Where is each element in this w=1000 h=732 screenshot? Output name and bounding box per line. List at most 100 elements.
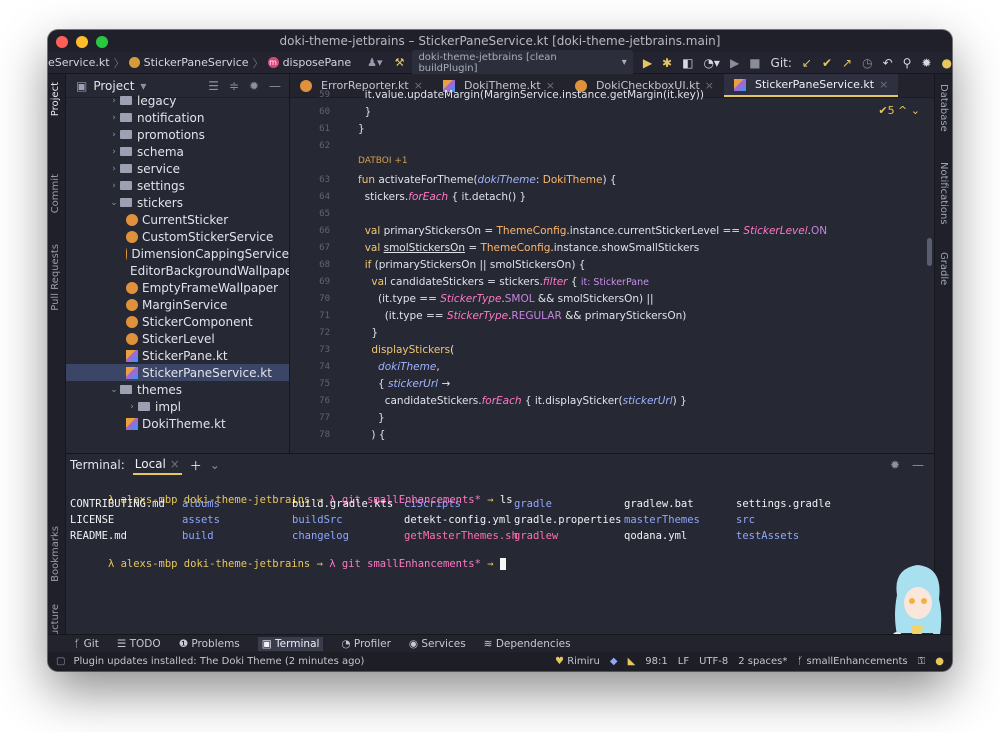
search-icon[interactable]: ⚲ xyxy=(903,56,912,70)
expand-all-icon[interactable]: ≑ xyxy=(229,79,239,93)
tool-git[interactable]: ᚶ Git xyxy=(74,638,99,650)
chevron-right-icon[interactable]: › xyxy=(108,147,120,157)
tab-gradle[interactable]: Gradle xyxy=(938,252,949,285)
breadcrumb-method[interactable]: disposePane xyxy=(283,56,352,69)
tab-notifications[interactable]: Notifications xyxy=(938,162,949,225)
git-commit-icon[interactable]: ✔ xyxy=(822,56,832,70)
tree-item[interactable]: StickerPane.kt xyxy=(66,347,289,364)
tree-item[interactable]: DimensionCappingService xyxy=(66,245,289,262)
indent-setting[interactable]: 2 spaces* xyxy=(738,656,787,667)
close-window-button[interactable] xyxy=(56,36,68,48)
tree-item[interactable]: › settings xyxy=(66,177,289,194)
chevron-right-icon[interactable]: › xyxy=(108,181,120,191)
chevron-right-icon[interactable]: › xyxy=(126,402,138,412)
breadcrumb-file[interactable]: eService.kt xyxy=(48,56,110,69)
close-tab-icon[interactable]: × xyxy=(705,79,714,92)
tree-item[interactable]: StickerPaneService.kt xyxy=(66,364,289,381)
lock-icon[interactable]: ⚿ xyxy=(918,656,926,667)
tree-item[interactable]: EditorBackgroundWallpaper xyxy=(66,262,289,279)
plugin-icon[interactable]: ● xyxy=(942,56,952,70)
kotlin-icon[interactable]: ◣ xyxy=(628,656,636,667)
tree-item[interactable]: StickerLevel xyxy=(66,330,289,347)
tree-item[interactable]: ⌄ stickers xyxy=(66,194,289,211)
tree-item[interactable]: EmptyFrameWallpaper xyxy=(66,279,289,296)
rollback-icon[interactable]: ↶ xyxy=(883,56,893,70)
tree-item[interactable]: › notification xyxy=(66,109,289,126)
file-encoding[interactable]: UTF-8 xyxy=(699,656,728,667)
tree-item[interactable]: ⌄ themes xyxy=(66,381,289,398)
chevron-right-icon[interactable]: › xyxy=(108,96,120,106)
tree-item[interactable]: › schema xyxy=(66,143,289,160)
chevron-down-icon[interactable]: ⌄ xyxy=(108,385,120,395)
terminal-file-entry: ciScripts xyxy=(404,498,461,510)
terminal-panel: Terminal: Local × ＋ ⌄ ✹ — λ alexs-mbp do… xyxy=(66,453,934,661)
new-terminal-icon[interactable]: ＋ xyxy=(190,457,202,474)
project-tree: › legacy › notification › promotions › schema › s… xyxy=(66,92,289,432)
build-hammer-icon[interactable]: ⚒ xyxy=(395,56,405,69)
maximize-window-button[interactable] xyxy=(96,36,108,48)
code-line: } xyxy=(358,106,372,118)
tool-problems[interactable]: ❶ Problems xyxy=(179,638,240,650)
notification-icon[interactable]: ● xyxy=(935,656,944,667)
theme-badge-icon[interactable]: ◆ xyxy=(610,656,618,667)
tree-item[interactable]: CustomStickerService xyxy=(66,228,289,245)
chevron-down-icon[interactable]: ⌄ xyxy=(210,458,220,472)
tab-project[interactable]: Project xyxy=(50,82,61,116)
tab-pull-requests[interactable]: Pull Requests xyxy=(50,244,61,311)
theme-indicator[interactable]: ♥ Rimiru xyxy=(555,656,600,667)
collapse-all-icon[interactable]: ☰ xyxy=(208,79,219,93)
tree-item[interactable]: StickerComponent xyxy=(66,313,289,330)
line-separator[interactable]: LF xyxy=(678,656,689,667)
git-push-icon[interactable]: ↗ xyxy=(842,56,852,70)
breadcrumb-class[interactable]: StickerPaneService xyxy=(144,56,249,69)
project-view-title[interactable]: Project xyxy=(93,79,134,93)
tool-profiler[interactable]: ◔ Profiler xyxy=(341,638,390,650)
tree-item[interactable]: MarginService xyxy=(66,296,289,313)
gear-icon[interactable]: ✹ xyxy=(249,79,259,93)
stop-icon[interactable]: ■ xyxy=(749,56,760,70)
debug-icon[interactable]: ✱ xyxy=(662,56,672,70)
project-panel: ▣ Project ▾ ☰ ≑ ✹ — › legacy › notification… xyxy=(66,74,290,453)
tab-database[interactable]: Database xyxy=(938,84,949,132)
editor-scrollbar[interactable] xyxy=(927,238,932,266)
vcs-branch[interactable]: ᚶ smallEnhancements xyxy=(797,656,907,667)
cursor-position[interactable]: 98:1 xyxy=(645,656,667,667)
coverage-icon[interactable]: ◧ xyxy=(682,56,693,70)
settings-gear-icon[interactable]: ✹ xyxy=(921,56,931,70)
tree-item[interactable]: DokiTheme.kt xyxy=(66,415,289,432)
rerun-icon[interactable]: ▶ xyxy=(730,56,739,70)
panel-toggle-icon[interactable]: ▢ xyxy=(56,656,65,667)
code-area[interactable]: it.value.updateMargin(MarginService.inst… xyxy=(358,89,928,453)
tab-commit[interactable]: Commit xyxy=(50,174,61,213)
profile-icon[interactable]: ◔▾ xyxy=(703,56,720,70)
terminal-prompt-line[interactable]: λ alexs-mbp doki-theme-jetbrains → λ git… xyxy=(70,546,506,582)
tab-bookmarks[interactable]: Bookmarks xyxy=(50,526,61,582)
gear-icon[interactable]: ✹ xyxy=(890,458,900,472)
chevron-right-icon[interactable]: › xyxy=(108,130,120,140)
hide-panel-icon[interactable]: — xyxy=(269,79,281,93)
tree-item[interactable]: › impl xyxy=(66,398,289,415)
run-configuration-select[interactable]: doki-theme-jetbrains [clean buildPlugin]… xyxy=(412,49,633,76)
run-icon[interactable]: ▶ xyxy=(643,56,652,70)
editor-tab[interactable]: StickerPaneService.kt × xyxy=(723,74,899,97)
user-icon[interactable]: ♟▾ xyxy=(367,56,382,69)
chevron-right-icon[interactable]: › xyxy=(108,113,120,123)
git-update-icon[interactable]: ↙ xyxy=(802,56,812,70)
hide-panel-icon[interactable]: — xyxy=(912,458,924,472)
tool-dependencies[interactable]: ≋ Dependencies xyxy=(484,638,571,650)
terminal-tab-local[interactable]: Local × xyxy=(132,455,182,475)
history-icon[interactable]: ◷ xyxy=(862,56,872,70)
tool-terminal[interactable]: ▣ Terminal xyxy=(257,636,324,651)
chevron-down-icon[interactable]: ▾ xyxy=(140,79,146,93)
close-tab-icon[interactable]: × xyxy=(879,78,888,91)
minimize-window-button[interactable] xyxy=(76,36,88,48)
chevron-down-icon[interactable]: ⌄ xyxy=(108,198,120,208)
tool-todo[interactable]: ☰ TODO xyxy=(117,638,161,650)
tree-item[interactable]: CurrentSticker xyxy=(66,211,289,228)
chevron-right-icon[interactable]: › xyxy=(108,164,120,174)
tree-item[interactable]: › service xyxy=(66,160,289,177)
tree-item[interactable]: › promotions xyxy=(66,126,289,143)
tree-item[interactable]: › legacy xyxy=(66,92,289,109)
status-message[interactable]: Plugin updates installed: The Doki Theme… xyxy=(73,656,364,667)
tool-services[interactable]: ◉ Services xyxy=(409,638,466,650)
